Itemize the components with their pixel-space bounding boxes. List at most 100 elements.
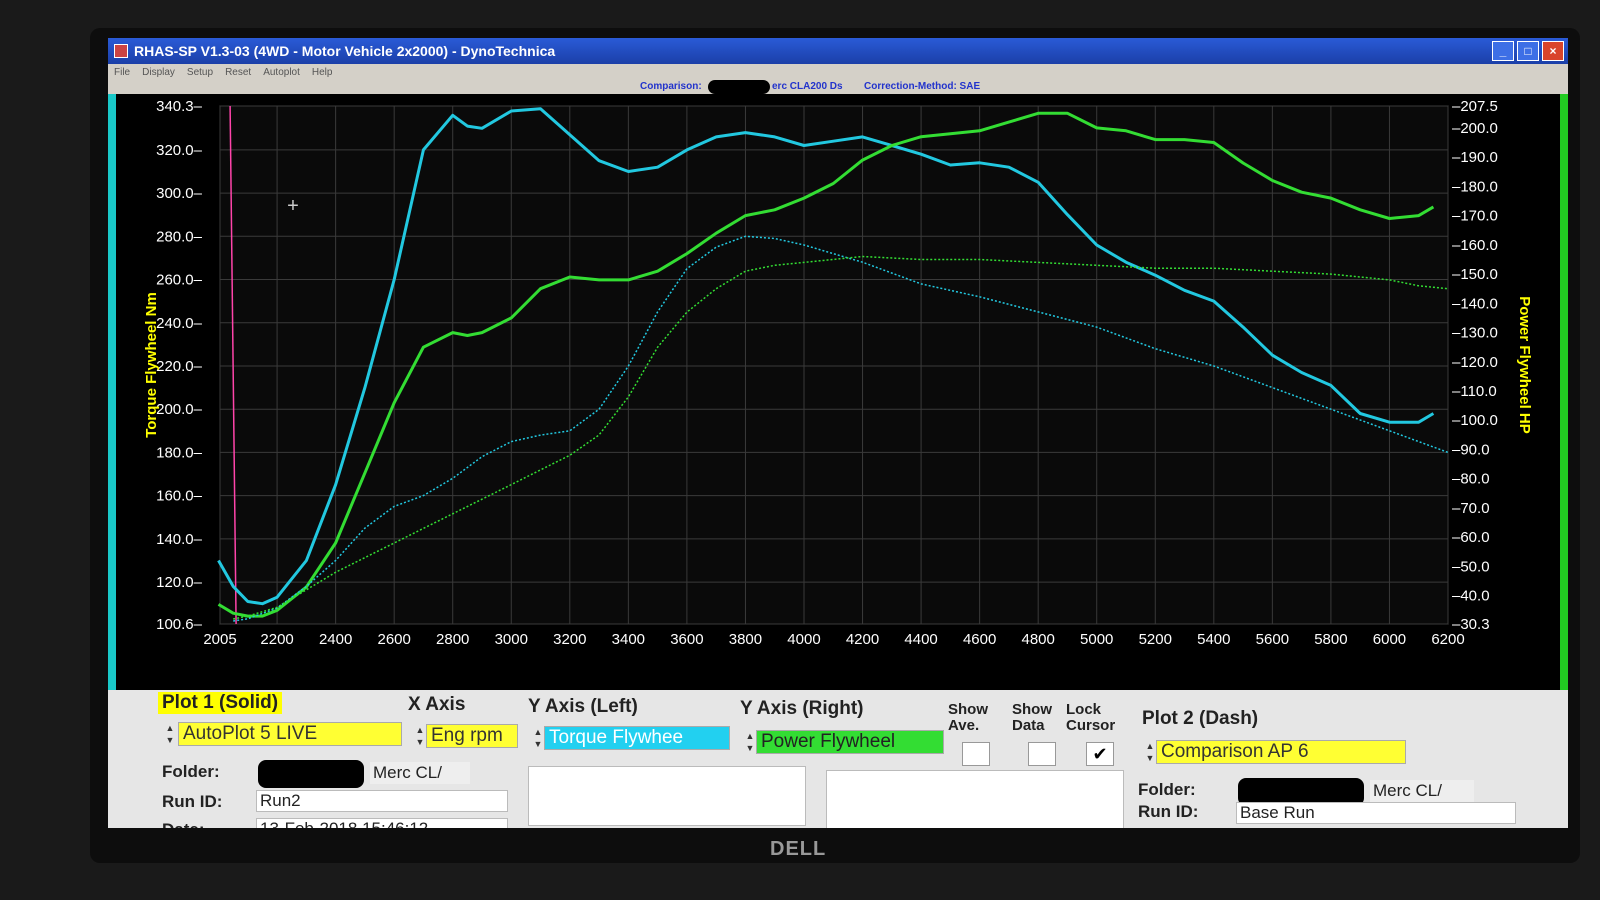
y-right-tick-label: –140.0 <box>1452 295 1498 312</box>
comparison-label: Comparison: <box>640 81 702 92</box>
plot2-title: Plot 2 (Dash) <box>1142 708 1259 729</box>
monitor-brand: DELL <box>770 838 827 860</box>
plot1-folder-redacted <box>258 760 364 788</box>
x-tick-label: 3200 <box>553 631 586 648</box>
plot1-autoplot-select[interactable]: AutoPlot 5 LIVE <box>178 722 402 746</box>
maximize-button[interactable]: □ <box>1517 41 1539 61</box>
y-left-tick-label: 120.0– <box>156 574 203 591</box>
x-tick-label: 4400 <box>904 631 937 648</box>
chart-svg: 2005 2200 2400 2600 2800 3000 3200 3400 3600 3800… <box>108 94 1568 690</box>
y-left-tick-label: 100.6– <box>156 616 203 633</box>
x-tick-label: 2400 <box>319 631 352 648</box>
y-left-tick-label: 300.0– <box>156 185 203 202</box>
plot2-folder-field[interactable]: Merc CL/ <box>1370 780 1474 802</box>
y-right-title: Y Axis (Right) <box>740 698 864 719</box>
y-right-tick-label: –40.0 <box>1452 588 1490 605</box>
show-data-checkbox[interactable] <box>1028 742 1056 766</box>
plot1-folder-field[interactable]: Merc CL/ <box>370 762 470 784</box>
x-tick-label: 6000 <box>1373 631 1406 648</box>
y-right-tick-label: –150.0 <box>1452 266 1498 283</box>
x-tick-label: 2600 <box>377 631 410 648</box>
title-bar: RHAS-SP V1.3-03 (4WD - Motor Vehicle 2x2… <box>108 38 1568 64</box>
show-data-label: Show Data <box>1012 702 1052 734</box>
menu-reset[interactable]: Reset <box>225 67 251 78</box>
y-right-tick-label: –170.0 <box>1452 208 1498 225</box>
lock-cursor-label-line2: Cursor <box>1066 717 1116 734</box>
x-tick-label: 5600 <box>1256 631 1289 648</box>
redacted-block <box>708 80 770 94</box>
minimize-button[interactable]: _ <box>1492 41 1514 61</box>
lock-cursor-label-line1: Lock <box>1066 701 1102 718</box>
plot1-spinner[interactable]: ▲ ▼ <box>164 722 176 746</box>
x-tick-label: 3400 <box>612 631 645 648</box>
x-tick-label: 5000 <box>1080 631 1113 648</box>
y-left-tick-label: 280.0– <box>156 228 203 245</box>
plot1-runid-label: Run ID: <box>162 792 223 811</box>
y-right-select[interactable]: Power Flywheel <box>756 730 944 754</box>
plot2-spinner[interactable]: ▲ ▼ <box>1144 740 1156 764</box>
app-window: RHAS-SP V1.3-03 (4WD - Motor Vehicle 2x2… <box>108 38 1568 828</box>
y-right-tick-label: –60.0 <box>1452 529 1490 546</box>
y-right-tick-label: –80.0 <box>1452 471 1490 488</box>
x-tick-label: 5200 <box>1139 631 1172 648</box>
plot1-date-label: Date: <box>162 820 205 828</box>
show-ave-label-line1: Show <box>948 701 988 718</box>
y-right-tick-label: –130.0 <box>1452 325 1498 342</box>
plot2-autoplot-select[interactable]: Comparison AP 6 <box>1156 740 1406 764</box>
left-accent-bar <box>108 94 116 690</box>
show-data-label-line2: Data <box>1012 717 1045 734</box>
y-left-title: Y Axis (Left) <box>528 696 638 717</box>
y-right-tick-label: –190.0 <box>1452 149 1498 166</box>
show-ave-label-line2: Ave. <box>948 717 980 734</box>
y-right-tick-label: –50.0 <box>1452 558 1490 575</box>
plot2-runid-field[interactable]: Base Run <box>1236 802 1516 824</box>
x-tick-label: 4200 <box>846 631 879 648</box>
dyno-chart: 2005 2200 2400 2600 2800 3000 3200 3400 3600 3800… <box>108 94 1568 690</box>
y-left-tick-label: 320.0– <box>156 142 203 159</box>
plot1-notes-box[interactable] <box>528 766 806 826</box>
plot1-folder-label: Folder: <box>162 762 220 781</box>
plot1-date-field[interactable]: 13-Feb-2018 15:46:12 <box>256 818 508 828</box>
close-button[interactable]: × <box>1542 41 1564 61</box>
menu-file[interactable]: File <box>114 67 130 78</box>
y-right-tick-label: –160.0 <box>1452 237 1498 254</box>
x-axis-spinner[interactable]: ▲ ▼ <box>414 724 426 748</box>
y-right-tick-label: –70.0 <box>1452 500 1490 517</box>
lock-cursor-checkbox[interactable]: ✔ <box>1086 742 1114 766</box>
y-left-spinner[interactable]: ▲ ▼ <box>532 726 544 750</box>
y-right-axis-label: Power Flywheel HP <box>1516 296 1533 434</box>
app-icon <box>114 44 128 58</box>
x-tick-label: 3000 <box>495 631 528 648</box>
y-left-tick-label: 200.0– <box>156 401 203 418</box>
x-tick-label: 4000 <box>787 631 820 648</box>
menu-bar: File Display Setup Reset Autoplot Help <box>108 64 1568 80</box>
y-left-tick-label: 240.0– <box>156 315 203 332</box>
y-right-tick-label: –90.0 <box>1452 441 1490 458</box>
x-tick-labels: 2005 2200 2400 2600 2800 3000 3200 3400 3600 3800… <box>203 631 1464 648</box>
y-right-tick-label: –120.0 <box>1452 354 1498 371</box>
y-left-select[interactable]: Torque Flywhee <box>544 726 730 750</box>
x-axis-select[interactable]: Eng rpm <box>426 724 518 748</box>
plot2-notes-box[interactable] <box>826 770 1124 828</box>
y-right-tick-label: –110.0 <box>1452 383 1497 400</box>
y-left-tick-label: 220.0– <box>156 358 203 375</box>
menu-setup[interactable]: Setup <box>187 67 213 78</box>
y-left-tick-label: 160.0– <box>156 488 203 505</box>
x-tick-label: 2200 <box>260 631 293 648</box>
x-axis-title: X Axis <box>408 694 466 715</box>
y-right-tick-label: –30.3 <box>1452 616 1490 633</box>
menu-help[interactable]: Help <box>312 67 333 78</box>
x-tick-label: 3800 <box>729 631 762 648</box>
y-right-spinner[interactable]: ▲ ▼ <box>744 730 756 754</box>
plot1-runid-field[interactable]: Run2 <box>256 790 508 812</box>
menu-autoplot[interactable]: Autoplot <box>263 67 300 78</box>
show-ave-checkbox[interactable] <box>962 742 990 766</box>
x-tick-label: 5400 <box>1197 631 1230 648</box>
menu-display[interactable]: Display <box>142 67 175 78</box>
window-title: RHAS-SP V1.3-03 (4WD - Motor Vehicle 2x2… <box>134 43 556 59</box>
y-right-tick-label: –100.0 <box>1452 412 1498 429</box>
control-panel: Plot 1 (Solid) ▲ ▼ AutoPlot 5 LIVE Folder… <box>108 690 1568 828</box>
x-tick-label: 4800 <box>1021 631 1054 648</box>
show-ave-label: Show Ave. <box>948 702 988 734</box>
lock-cursor-label: Lock Cursor <box>1066 702 1115 734</box>
